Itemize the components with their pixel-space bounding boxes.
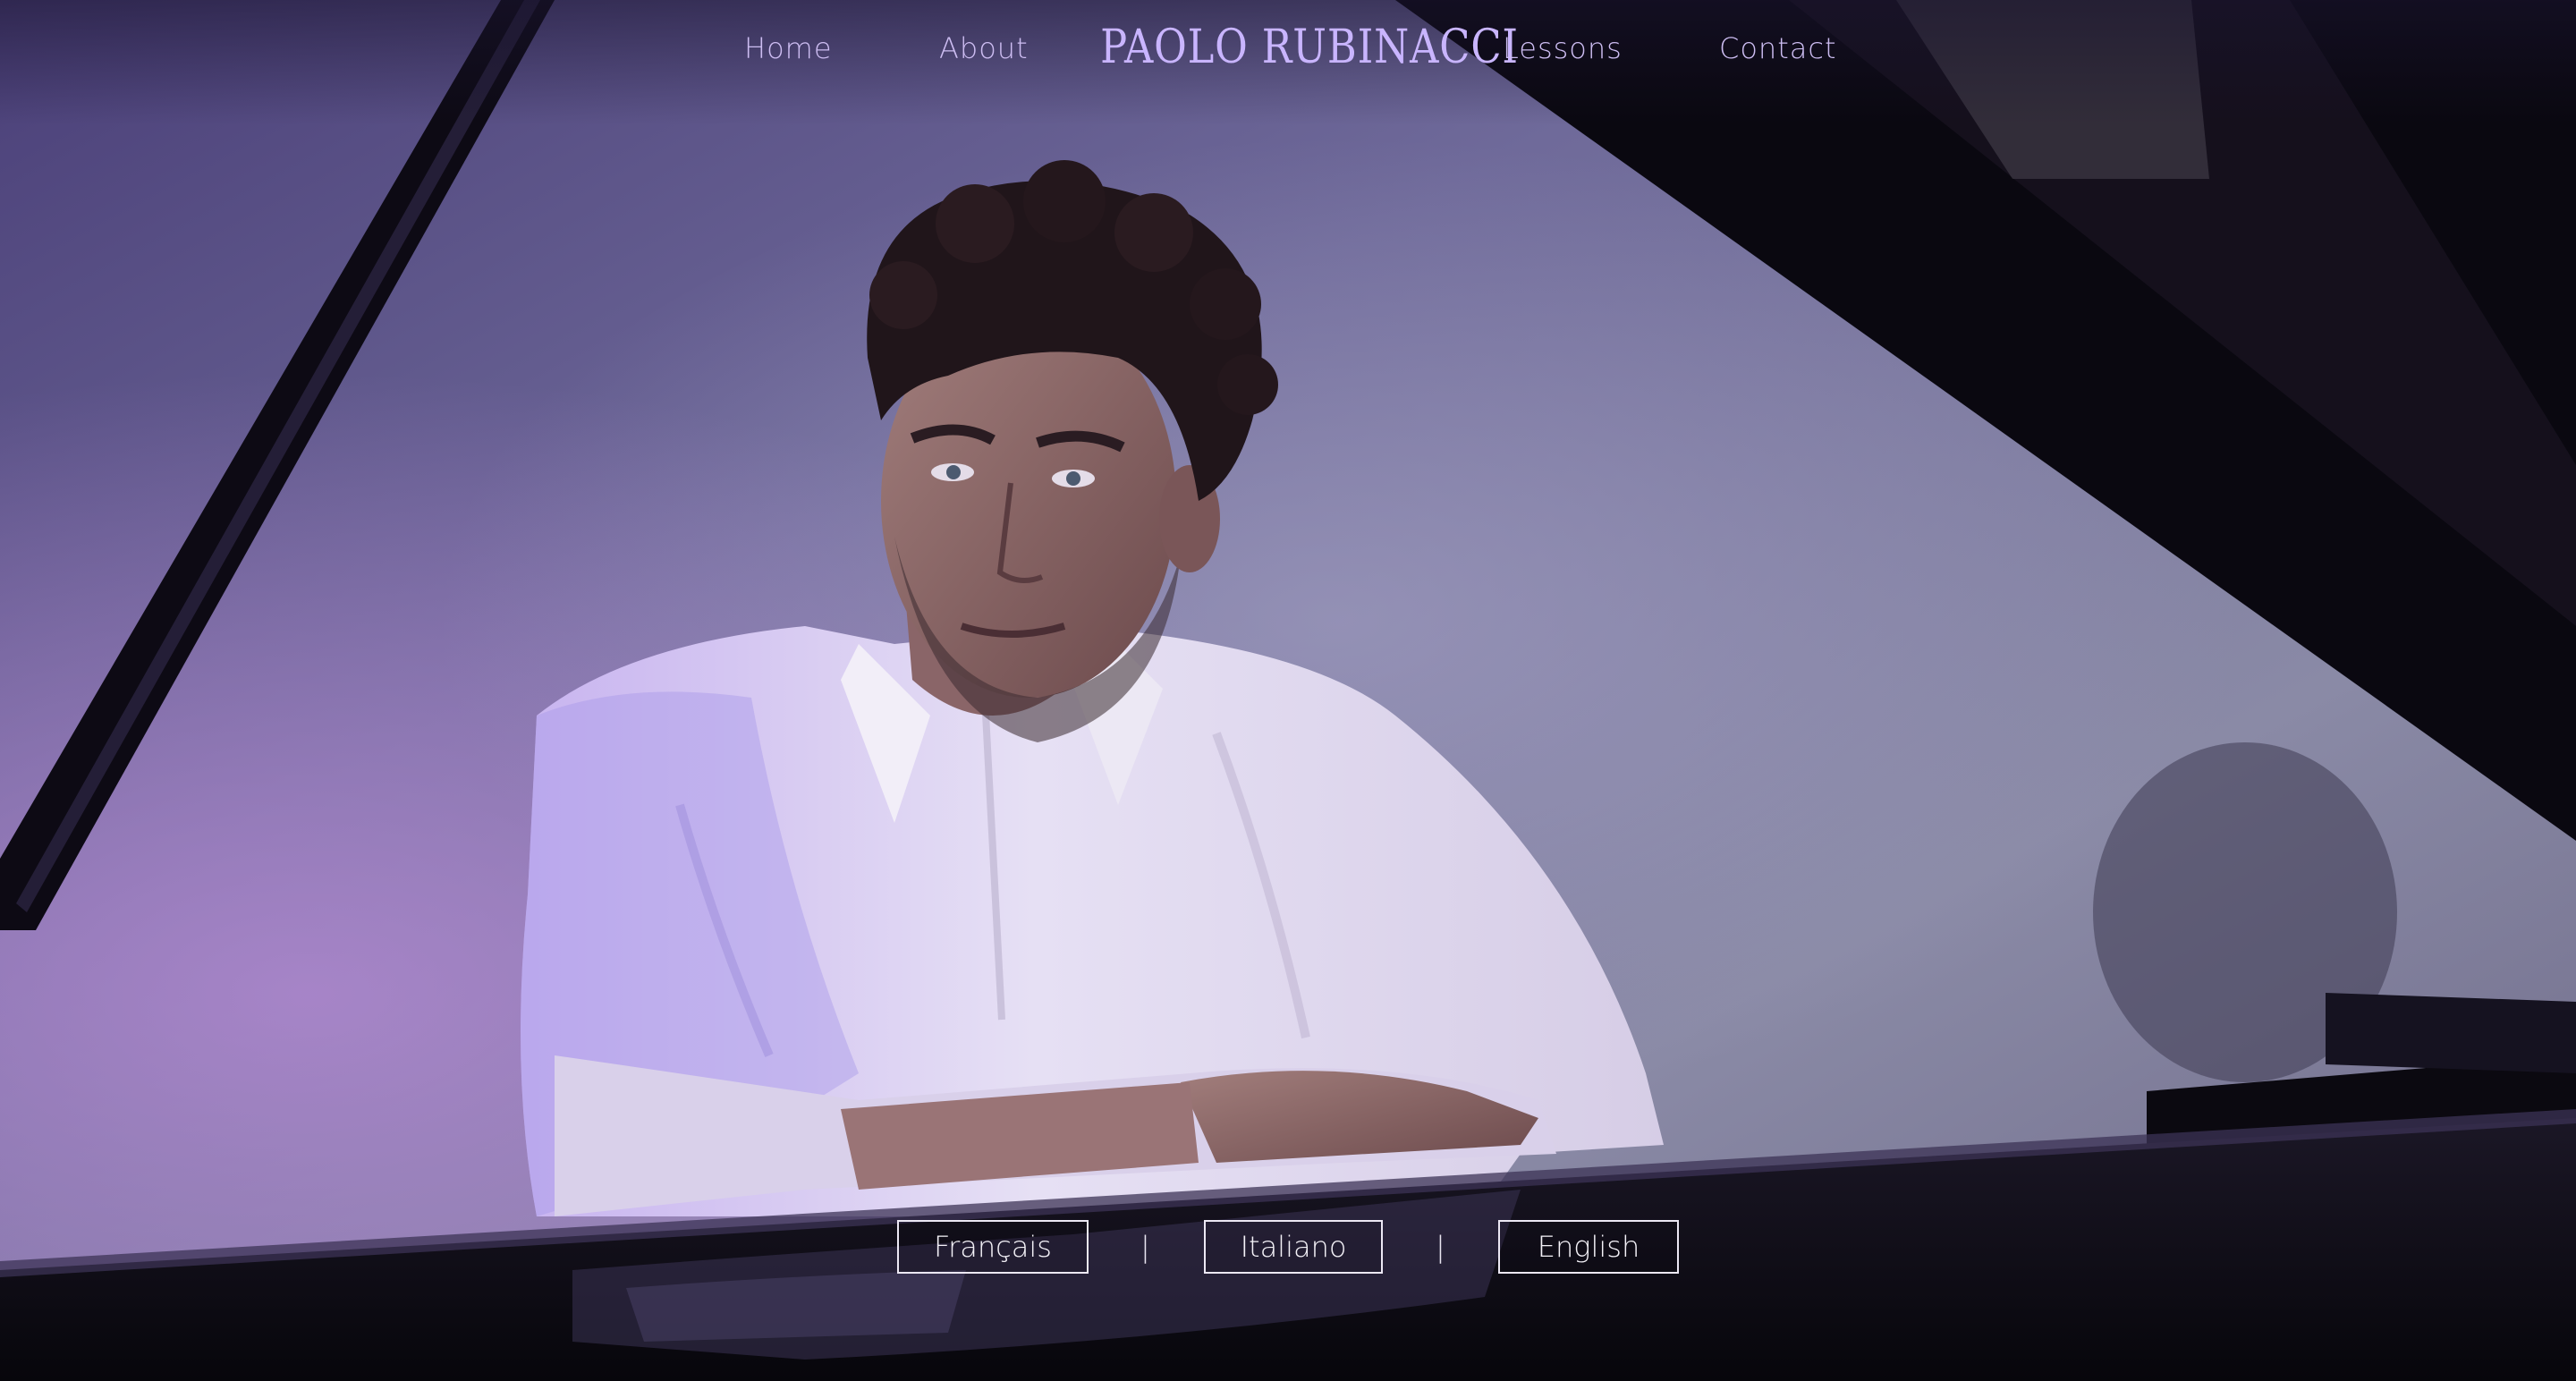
homepage: Home About PAOLO RUBINACCI Lessons Conta… bbox=[0, 0, 2576, 1381]
language-selector: Français | Italiano | English bbox=[0, 1220, 2576, 1277]
nav-link-about[interactable]: About bbox=[939, 27, 1029, 70]
top-navigation: Home About PAOLO RUBINACCI Lessons Conta… bbox=[0, 0, 2576, 98]
language-separator: | bbox=[1140, 1230, 1150, 1264]
language-button-italian[interactable]: Italiano bbox=[1204, 1220, 1383, 1274]
nav-link-home[interactable]: Home bbox=[744, 27, 833, 70]
hero-pianist-photo bbox=[0, 0, 2576, 1381]
nav-link-contact[interactable]: Contact bbox=[1719, 27, 1837, 70]
site-logo[interactable]: PAOLO RUBINACCI bbox=[1100, 16, 1518, 79]
language-button-english[interactable]: English bbox=[1498, 1220, 1679, 1274]
language-button-french[interactable]: Français bbox=[897, 1220, 1089, 1274]
language-separator: | bbox=[1436, 1230, 1445, 1264]
nav-link-lessons[interactable]: Lessons bbox=[1503, 27, 1623, 70]
